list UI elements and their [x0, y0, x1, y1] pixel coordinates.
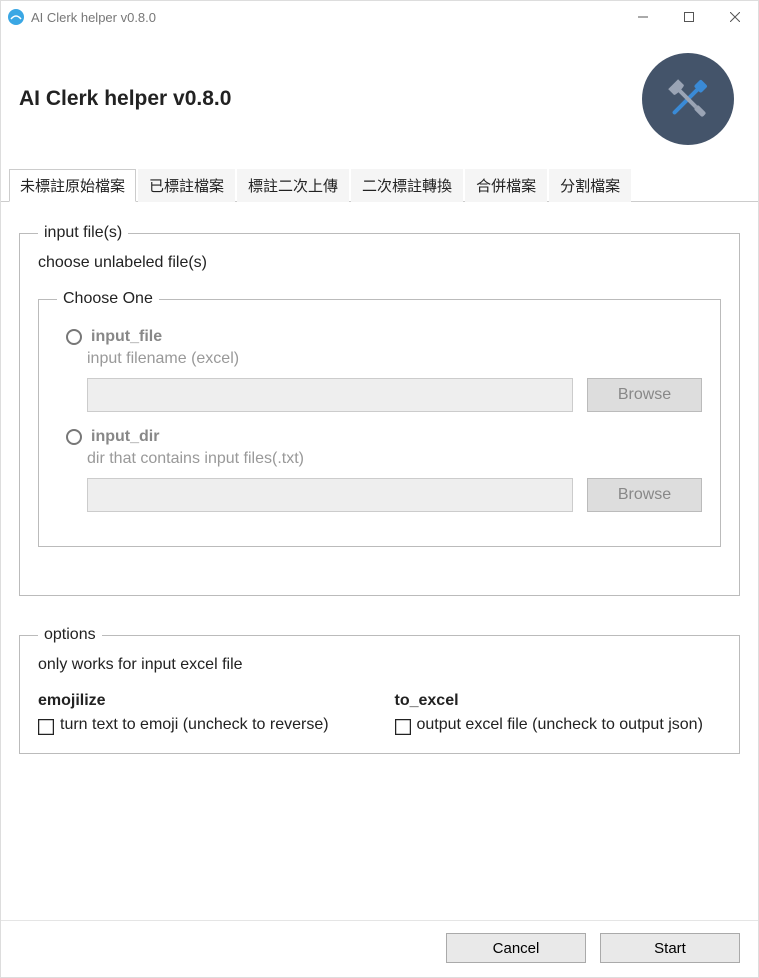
to-excel-option: to_excel output excel file (uncheck to o…: [395, 692, 722, 735]
cancel-button[interactable]: Cancel: [446, 933, 586, 963]
input-dir-field[interactable]: [87, 478, 573, 512]
tab-split-file[interactable]: 分割檔案: [549, 169, 631, 202]
input-files-legend: input file(s): [38, 224, 128, 242]
choose-one-legend: Choose One: [57, 290, 159, 308]
window-title: AI Clerk helper v0.8.0: [31, 10, 620, 25]
input-files-subtitle: choose unlabeled file(s): [38, 254, 721, 272]
close-button[interactable]: [712, 1, 758, 33]
to-excel-heading: to_excel: [395, 692, 722, 710]
minimize-button[interactable]: [620, 1, 666, 33]
emojilize-label: turn text to emoji (uncheck to reverse): [60, 716, 329, 734]
app-icon: [7, 8, 25, 26]
browse-input-file-button[interactable]: Browse: [587, 378, 702, 412]
maximize-button[interactable]: [666, 1, 712, 33]
checkbox-icon: [395, 719, 411, 735]
options-group: options only works for input excel file …: [19, 626, 740, 754]
input-file-field[interactable]: [87, 378, 573, 412]
tab-label-reupload[interactable]: 標註二次上傳: [237, 169, 349, 202]
radio-icon: [65, 428, 83, 446]
emojilize-heading: emojilize: [38, 692, 365, 710]
checkbox-icon: [38, 719, 54, 735]
emojilize-option: emojilize turn text to emoji (uncheck to…: [38, 692, 365, 735]
content: input file(s) choose unlabeled file(s) C…: [1, 202, 758, 920]
to-excel-checkbox[interactable]: output excel file (uncheck to output jso…: [395, 716, 722, 735]
radio-input-file-label: input_file: [91, 328, 162, 346]
page-title: AI Clerk helper v0.8.0: [19, 87, 231, 111]
start-button[interactable]: Start: [600, 933, 740, 963]
radio-input-file[interactable]: input_file: [65, 328, 702, 346]
emojilize-checkbox[interactable]: turn text to emoji (uncheck to reverse): [38, 716, 365, 735]
bottom-bar: Cancel Start: [1, 920, 758, 977]
radio-input-dir-label: input_dir: [91, 428, 159, 446]
title-bar: AI Clerk helper v0.8.0: [1, 1, 758, 33]
tabs: 未標註原始檔案 已標註檔案 標註二次上傳 二次標註轉換 合併檔案 分割檔案: [1, 169, 758, 202]
tab-labeled-file[interactable]: 已標註檔案: [138, 169, 235, 202]
browse-input-dir-button[interactable]: Browse: [587, 478, 702, 512]
tab-second-label-convert[interactable]: 二次標註轉換: [351, 169, 463, 202]
options-subtitle: only works for input excel file: [38, 656, 721, 674]
radio-input-dir[interactable]: input_dir: [65, 428, 702, 446]
header: AI Clerk helper v0.8.0: [1, 33, 758, 165]
tab-unlabeled-source[interactable]: 未標註原始檔案: [9, 169, 136, 202]
options-legend: options: [38, 626, 102, 644]
radio-icon: [65, 328, 83, 346]
input-file-hint: input filename (excel): [87, 350, 702, 368]
window-controls: [620, 1, 758, 33]
input-dir-hint: dir that contains input files(.txt): [87, 450, 702, 468]
tab-merge-file[interactable]: 合併檔案: [465, 169, 547, 202]
choose-one-group: Choose One input_file input filename (ex…: [38, 290, 721, 547]
input-files-group: input file(s) choose unlabeled file(s) C…: [19, 224, 740, 596]
tools-icon: [642, 53, 734, 145]
to-excel-label: output excel file (uncheck to output jso…: [417, 716, 703, 734]
